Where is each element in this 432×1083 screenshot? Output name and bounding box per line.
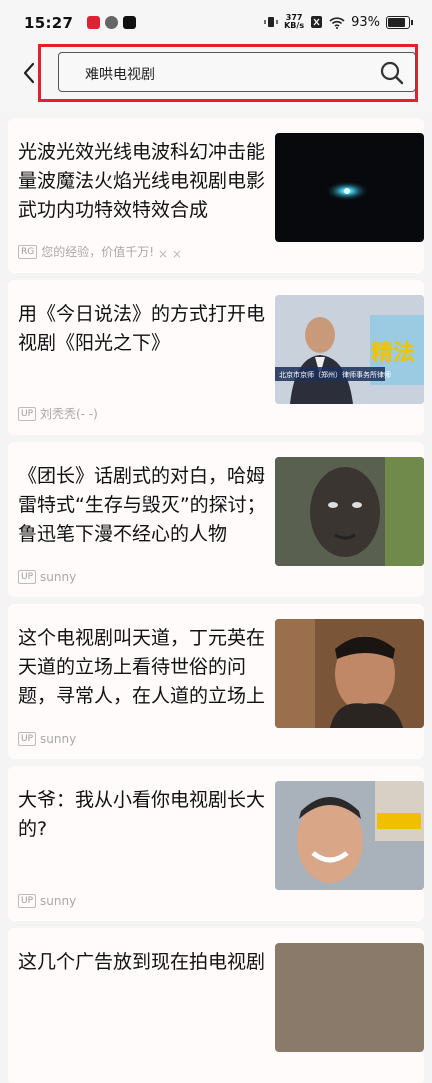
source-tag: UP	[18, 570, 37, 584]
article-thumbnail	[275, 457, 424, 566]
article-source: 您的经验，价值千万!	[41, 245, 155, 259]
article-meta: UP sunny	[18, 570, 76, 584]
source-tag: UP	[18, 406, 37, 421]
search-header	[0, 44, 432, 112]
article-source: sunny	[40, 894, 77, 908]
article-thumbnail: 精法 北京市京师（郑州）律师事务所律师	[275, 295, 424, 404]
article-title: 用《今日说法》的方式打开电视剧《阳光之下》	[18, 303, 266, 354]
article-source: sunny	[40, 732, 77, 746]
article-title: 大爷：我从小看你电视剧长大的?	[18, 789, 266, 840]
thumb-caption: 北京市京师（郑州）律师事务所律师	[279, 370, 391, 379]
search-icon	[380, 61, 404, 85]
chevron-left-icon	[23, 62, 35, 84]
net-speed: 377 KB/s	[284, 14, 304, 30]
source-tag: RG	[18, 244, 38, 259]
article-thumbnail	[275, 619, 424, 728]
article-source: sunny	[40, 570, 77, 584]
article-title: 这个电视剧叫天道，丁元英在天道的立场上看待世俗的问题，寻常人，在人道的立场上	[18, 627, 266, 707]
dismiss-button[interactable]: × ×	[158, 247, 182, 261]
article-title: 光波光效光线电波科幻冲击能量波魔法火焰光线电视剧电影武功内功特效特效合成	[18, 141, 266, 221]
search-button[interactable]	[379, 60, 405, 86]
list-item[interactable]: 光波光效光线电波科幻冲击能量波魔法火焰光线电视剧电影武功内功特效特效合成 RG …	[8, 118, 424, 273]
list-item[interactable]: 《团长》话剧式的对白，哈姆雷特式“生存与毁灭”的探讨；鲁迅笔下漫不经心的人物 U…	[8, 442, 424, 597]
article-meta: RG 您的经验，价值千万!	[18, 243, 154, 260]
tiktok-icon	[123, 16, 136, 29]
list-item[interactable]: 用《今日说法》的方式打开电视剧《阳光之下》 UP 刘秃秃(- -) 精法 北京市…	[8, 280, 424, 435]
source-tag: UP	[18, 894, 37, 908]
status-time: 15:27	[24, 14, 74, 32]
status-indicators: 377 KB/s 93%	[264, 14, 413, 30]
article-thumbnail	[275, 943, 424, 1052]
search-input[interactable]	[83, 62, 367, 86]
list-item[interactable]: 这几个广告放到现在拍电视剧	[8, 928, 424, 1083]
battery-icon	[386, 15, 413, 29]
search-box[interactable]	[58, 52, 416, 92]
list-item[interactable]: 大爷：我从小看你电视剧长大的? UP sunny	[8, 766, 424, 921]
list-item[interactable]: 这个电视剧叫天道，丁元英在天道的立场上看待世俗的问题，寻常人，在人道的立场上 U…	[8, 604, 424, 759]
article-thumbnail	[275, 781, 424, 890]
article-thumbnail	[275, 133, 424, 242]
status-app-icons	[87, 16, 136, 29]
svg-text:精法: 精法	[371, 340, 415, 366]
sim-off-icon	[311, 16, 323, 28]
notification-app-icon	[87, 16, 100, 29]
source-tag: UP	[18, 732, 37, 746]
article-source: 刘秃秃(- -)	[40, 407, 98, 421]
article-meta: UP 刘秃秃(- -)	[18, 405, 98, 422]
pinwheel-app-icon	[105, 16, 118, 29]
wifi-icon	[329, 16, 345, 29]
net-speed-unit: KB/s	[284, 21, 305, 30]
battery-percent: 93%	[351, 14, 380, 30]
article-meta: UP sunny	[18, 732, 76, 746]
article-title: 这几个广告放到现在拍电视剧	[18, 951, 266, 973]
article-title: 《团长》话剧式的对白，哈姆雷特式“生存与毁灭”的探讨；鲁迅笔下漫不经心的人物	[18, 465, 266, 545]
article-meta: UP sunny	[18, 894, 76, 908]
vibrate-icon	[264, 17, 278, 27]
status-bar: 15:27 377 KB/s 93%	[0, 0, 432, 50]
